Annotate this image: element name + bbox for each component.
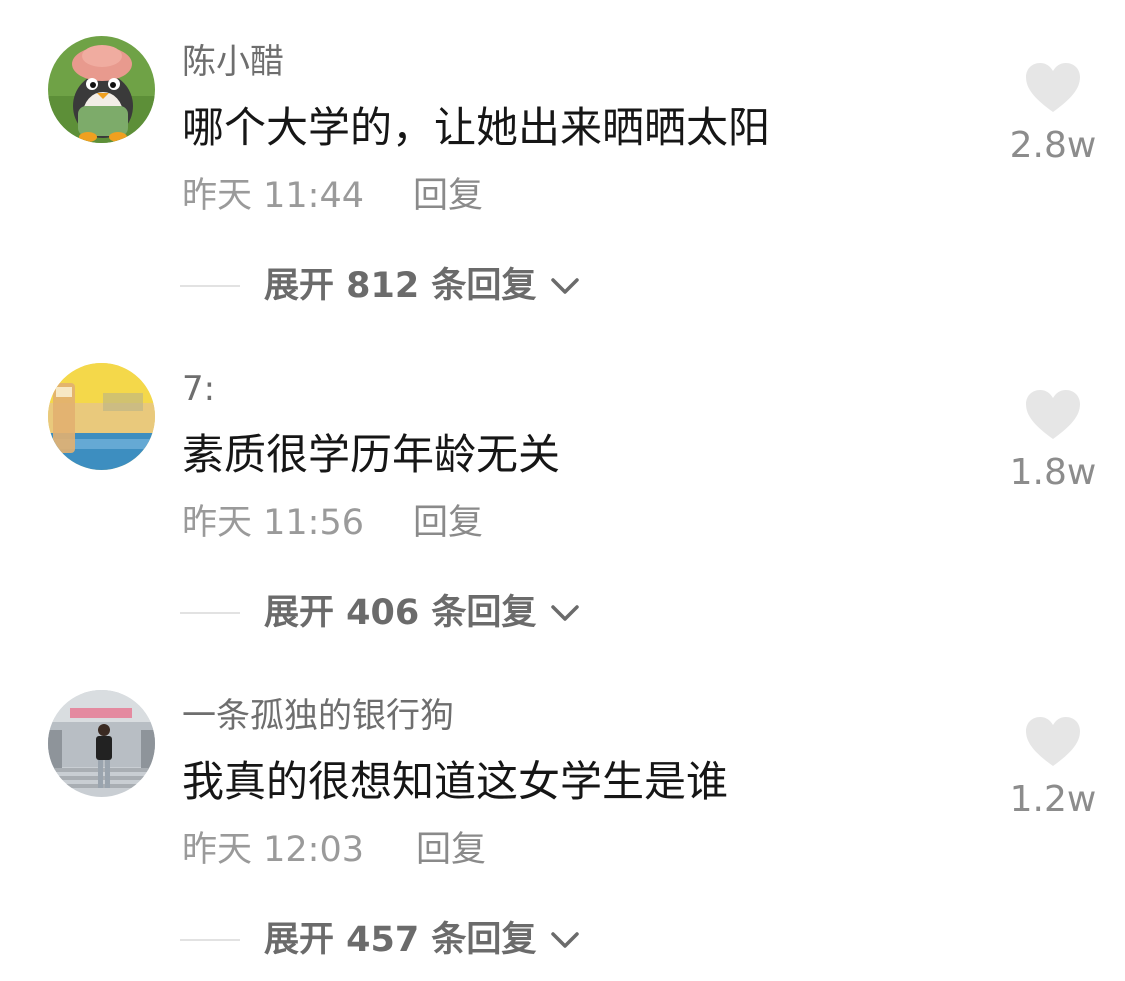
like-button[interactable]: 1.2w <box>1006 716 1100 826</box>
divider-line <box>180 285 240 287</box>
comment-meta: 昨天 11:44 回复 <box>182 174 483 218</box>
timestamp: 昨天 11:44 <box>182 176 364 216</box>
timestamp: 昨天 12:03 <box>182 830 364 870</box>
comment-text: 我真的很想知道这女学生是谁 <box>182 757 729 806</box>
comment-meta: 昨天 12:03 回复 <box>182 828 486 872</box>
divider-line <box>180 939 240 941</box>
like-count: 2.8w <box>1009 125 1097 166</box>
comment-item: 一条孤独的银行狗 我真的很想知道这女学生是谁 昨天 12:03 回复 1.2w … <box>0 654 1125 981</box>
comment-meta: 昨天 11:56 回复 <box>182 501 483 545</box>
timestamp: 昨天 11:56 <box>182 503 364 543</box>
avatar[interactable] <box>48 36 155 143</box>
penguin-plush-avatar-icon <box>48 36 155 143</box>
divider-line <box>180 612 240 614</box>
heart-icon[interactable] <box>1025 389 1081 441</box>
chevron-down-icon[interactable] <box>550 603 580 623</box>
comment-item: 陈小醋 哪个大学的，让她出来晒晒太阳 昨天 11:44 回复 2.8w 展开 8… <box>0 0 1125 327</box>
avatar[interactable] <box>48 690 155 797</box>
avatar[interactable] <box>48 363 155 470</box>
reply-button[interactable]: 回复 <box>413 174 483 218</box>
expand-replies-label[interactable]: 展开 406 条回复 <box>264 591 536 635</box>
username[interactable]: 一条孤独的银行狗 <box>182 694 454 738</box>
expand-replies-label[interactable]: 展开 812 条回复 <box>264 264 536 308</box>
like-button[interactable]: 1.8w <box>1006 389 1100 499</box>
like-button[interactable]: 2.8w <box>1006 62 1100 172</box>
username[interactable]: 陈小醋 <box>182 40 284 84</box>
comment-text: 哪个大学的，让她出来晒晒太阳 <box>182 103 771 152</box>
like-count: 1.2w <box>1009 779 1097 820</box>
heart-icon[interactable] <box>1025 62 1081 114</box>
reply-button[interactable]: 回复 <box>416 828 486 872</box>
chevron-down-icon[interactable] <box>550 930 580 950</box>
chevron-down-icon[interactable] <box>550 276 580 296</box>
comment-text: 素质很学历年龄无关 <box>182 430 561 479</box>
reply-button[interactable]: 回复 <box>413 501 483 545</box>
expand-replies-label[interactable]: 展开 457 条回复 <box>264 918 536 962</box>
blurred-photo-avatar-icon <box>48 363 155 470</box>
like-count: 1.8w <box>1009 452 1097 493</box>
person-photo-avatar-icon <box>48 690 155 797</box>
username[interactable]: 7: <box>182 367 215 411</box>
heart-icon[interactable] <box>1025 716 1081 768</box>
comment-item: 7: 素质很学历年龄无关 昨天 11:56 回复 1.8w 展开 406 条回复 <box>0 327 1125 654</box>
